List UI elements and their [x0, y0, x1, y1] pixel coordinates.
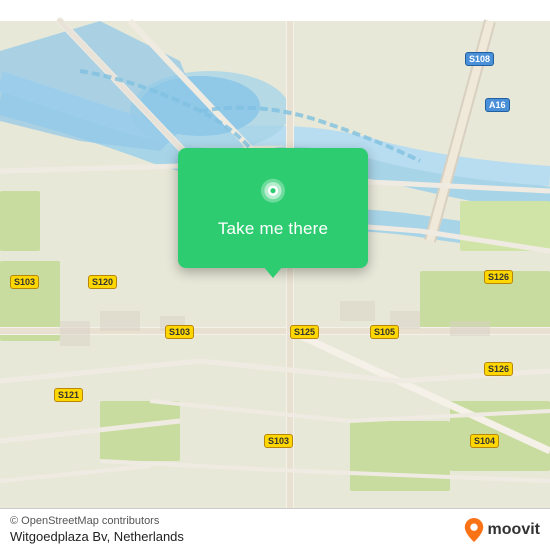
take-me-there-button[interactable]: Take me there [218, 219, 328, 239]
map-container: S108 A16 S103 S120 S103 S125 S105 S126 S… [0, 0, 550, 550]
moovit-logo: moovit [464, 518, 540, 542]
badge-s103-mid: S103 [165, 325, 194, 339]
badge-s103-tl: S103 [10, 275, 39, 289]
badge-s103-bl: S103 [264, 434, 293, 448]
moovit-pin-icon [464, 518, 484, 542]
bottom-bar: © OpenStreetMap contributors Witgoedplaz… [0, 508, 550, 550]
badge-s126-mr: S126 [484, 362, 513, 376]
location-pin-icon [255, 177, 291, 213]
attribution-text: © OpenStreetMap contributors [10, 515, 184, 527]
badge-s121: S121 [54, 388, 83, 402]
badge-s104: S104 [470, 434, 499, 448]
badge-s126-tr: S126 [484, 270, 513, 284]
moovit-brand-text: moovit [488, 521, 540, 539]
badge-s108: S108 [465, 52, 494, 66]
badge-s120: S120 [88, 275, 117, 289]
badge-a16: A16 [485, 98, 510, 112]
popup-card[interactable]: Take me there [178, 148, 368, 268]
location-label: Witgoedplaza Bv, Netherlands [10, 529, 184, 544]
badge-s125: S125 [290, 325, 319, 339]
badge-s105: S105 [370, 325, 399, 339]
